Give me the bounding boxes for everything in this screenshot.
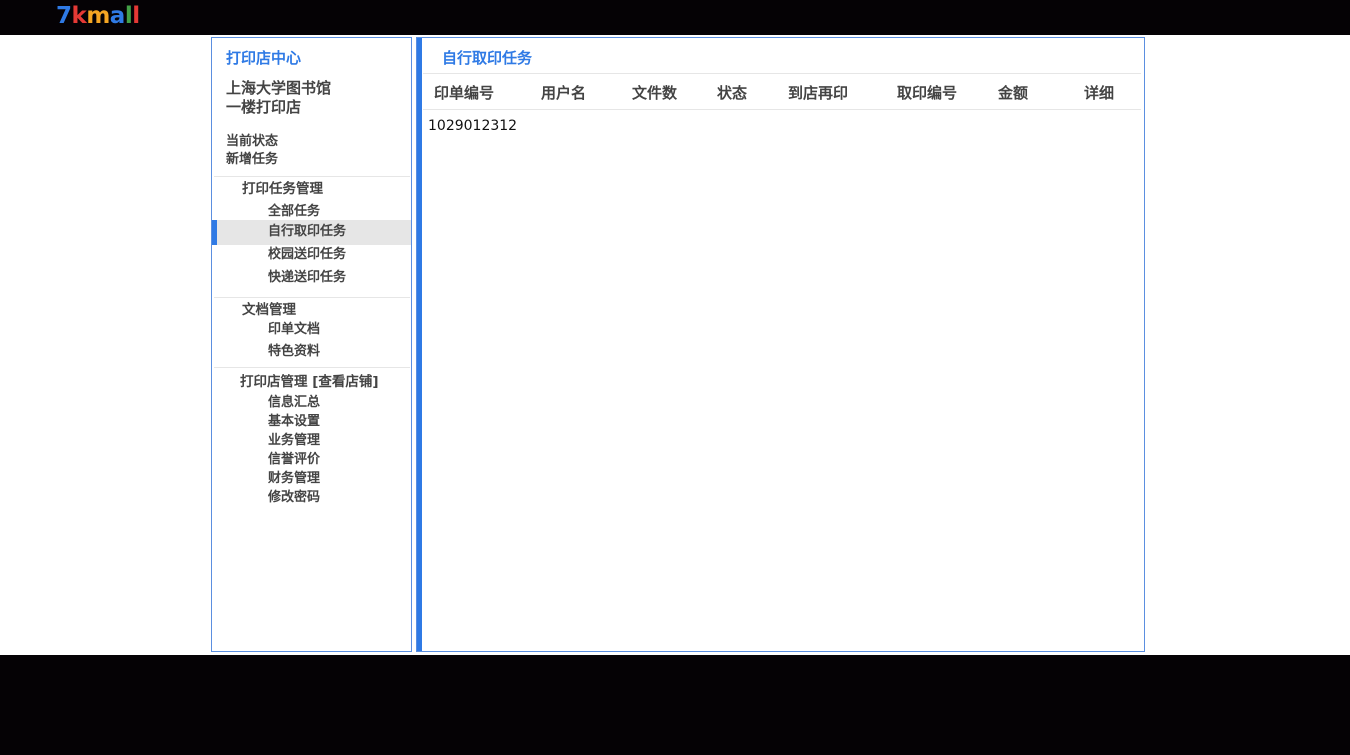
- page-title: 自行取印任务: [442, 49, 533, 67]
- column-header-amount: 金额: [998, 84, 1029, 102]
- sidebar-item-order-documents[interactable]: 印单文档: [268, 321, 320, 339]
- column-header-username: 用户名: [541, 84, 587, 102]
- group-document-management[interactable]: 文档管理: [242, 301, 296, 319]
- column-header-pickup-no: 取印编号: [897, 84, 958, 102]
- link-current-status[interactable]: 当前状态: [226, 133, 278, 151]
- sidebar-item-featured-materials[interactable]: 特色资料: [268, 343, 320, 361]
- shop-name-line2: 一楼打印店: [226, 98, 302, 116]
- logo-char: m: [86, 3, 110, 29]
- logo-char: k: [71, 3, 87, 29]
- column-header-status: 状态: [717, 84, 748, 102]
- cell-order-no: 1029012312: [428, 118, 518, 134]
- shop-name: 上海大学图书馆 一楼打印店: [226, 79, 331, 117]
- sidebar: 打印店中心 上海大学图书馆 一楼打印店 当前状态 新增任务 打印任务管理 全部任…: [211, 37, 412, 652]
- logo-char: a: [109, 3, 126, 29]
- sidebar-item-basic-settings[interactable]: 基本设置: [268, 413, 320, 431]
- view-shop-link[interactable]: [查看店铺]: [312, 374, 378, 390]
- divider: [214, 297, 410, 298]
- sidebar-item-business-management[interactable]: 业务管理: [268, 432, 320, 450]
- sidebar-item-all-tasks[interactable]: 全部任务: [268, 203, 320, 221]
- table-header: 印单编号 用户名 文件数 状态 到店再印 取印编号 金额 详细: [423, 73, 1141, 110]
- logo-char: l: [124, 3, 133, 29]
- column-header-details: 详细: [1084, 84, 1115, 102]
- divider: [214, 367, 410, 368]
- logo-char: l: [132, 3, 140, 29]
- group-shop-management: 打印店管理 [查看店铺]: [240, 373, 379, 391]
- main-panel: 自行取印任务 印单编号 用户名 文件数 状态 到店再印 取印编号 金额 详细 1…: [416, 37, 1145, 652]
- logo-7kmall[interactable]: 7kmall: [56, 2, 140, 30]
- link-new-task[interactable]: 新增任务: [226, 151, 278, 169]
- sidebar-item-info-summary[interactable]: 信息汇总: [268, 394, 320, 412]
- sidebar-title: 打印店中心: [226, 49, 302, 67]
- footer: [0, 655, 1350, 755]
- sidebar-item-express-delivery-tasks[interactable]: 快递送印任务: [268, 269, 346, 287]
- divider: [214, 176, 410, 177]
- sidebar-item-reputation-review[interactable]: 信誉评价: [268, 451, 320, 469]
- sidebar-item-self-pickup-tasks[interactable]: 自行取印任务: [268, 223, 346, 241]
- sidebar-item-finance-management[interactable]: 财务管理: [268, 470, 320, 488]
- sidebar-item-campus-delivery-tasks[interactable]: 校园送印任务: [268, 246, 346, 264]
- active-item-indicator: [212, 220, 217, 245]
- top-bar: 7kmall: [0, 0, 1350, 35]
- table-row[interactable]: 1029012312: [428, 118, 517, 134]
- logo-char: 7: [56, 3, 72, 29]
- sidebar-item-change-password[interactable]: 修改密码: [268, 489, 320, 507]
- group-print-task-management[interactable]: 打印任务管理: [242, 180, 323, 198]
- column-header-file-count: 文件数: [632, 84, 678, 102]
- column-header-order-no: 印单编号: [434, 84, 495, 102]
- column-header-reprint-in-store: 到店再印: [788, 84, 849, 102]
- main-accent-bar: [417, 38, 422, 651]
- group-shop-management-label[interactable]: 打印店管理: [240, 374, 308, 390]
- shop-name-line1: 上海大学图书馆: [226, 79, 332, 97]
